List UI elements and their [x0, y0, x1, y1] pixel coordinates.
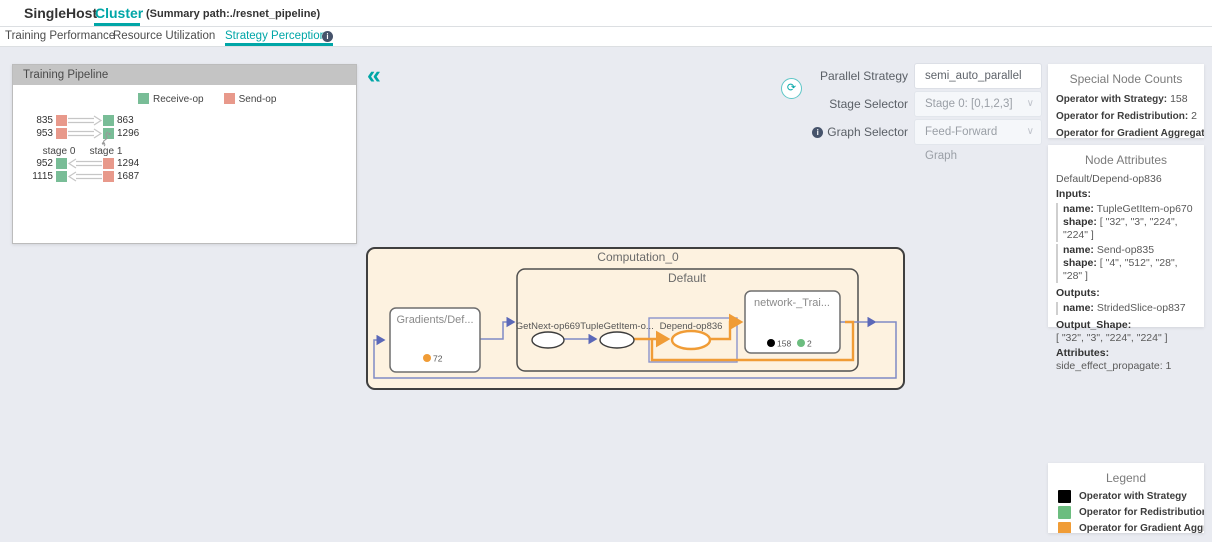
summary-path: (Summary path:./resnet_pipeline) — [146, 8, 320, 20]
receive-op-square — [56, 158, 67, 169]
receive-op-swatch — [138, 93, 149, 104]
redistribution-swatch — [1058, 506, 1071, 519]
legend-item-strategy: Operator with Strategy — [1048, 487, 1204, 503]
redistribution-badge-icon — [797, 339, 805, 347]
receive-op-id: 952 — [21, 158, 53, 169]
receive-op-id: 1296 — [117, 128, 139, 139]
gradients-node-label: Gradients/Def... — [396, 314, 473, 326]
parallel-strategy-label: Parallel Strategy — [720, 63, 908, 89]
legend-item-redistribution: Operator for Redistribution — [1048, 503, 1204, 519]
send-op-square — [103, 158, 114, 169]
graph-selector-info-icon[interactable]: i — [812, 127, 823, 138]
strategy-swatch — [1058, 490, 1071, 503]
output-shape-value: [ "32", "3", "224", "224" ] — [1056, 332, 1196, 345]
attribute-value: side_effect_propagate: 1 — [1056, 360, 1196, 373]
gradients-node[interactable]: Gradients/Def... 72 — [390, 308, 480, 372]
training-pipeline-title: Training Pipeline — [13, 65, 356, 85]
graph-selector-dropdown[interactable]: Feed-Forward Graph ∨ — [914, 119, 1042, 145]
getnext-op-label: GetNext-op669 — [516, 321, 580, 332]
tab-cluster[interactable]: Cluster — [95, 5, 143, 21]
receive-op-id: 1115 — [21, 171, 53, 182]
arrow-right-icon — [67, 115, 103, 126]
send-op-square — [56, 115, 67, 126]
gradient-aggregation-swatch — [1058, 522, 1071, 533]
legend-send-op: Send-op — [224, 93, 277, 105]
count-operator-for-redistribution: Operator for Redistribution: 2 — [1048, 107, 1204, 124]
network-node[interactable]: network-_Trai... 158 2 — [745, 291, 840, 353]
arrow-left-icon — [67, 158, 103, 169]
send-op-square — [56, 128, 67, 139]
stage-selector-dropdown[interactable]: Stage 0: [0,1,2,3] ∨ — [914, 91, 1042, 117]
receive-op-square — [103, 115, 114, 126]
computation-0-label: Computation_0 — [597, 250, 679, 264]
selected-node-path: Default/Depend-op836 — [1056, 171, 1196, 186]
strategy-perception-page: SingleHost Cluster (Summary path:./resne… — [0, 0, 1212, 542]
input-item: name: Send-op835 shape: [ "4", "512", "2… — [1056, 244, 1196, 283]
chevron-down-icon: ∨ — [1027, 120, 1034, 144]
pipeline-row-backward: 952 1294 — [21, 158, 139, 169]
default-scope-label: Default — [668, 271, 707, 285]
redistribution-badge-count: 2 — [807, 339, 812, 349]
computation-graph: Computation_0 Default Gradients/Def... 7… — [365, 243, 910, 395]
legend-panel: Legend Operator with Strategy Operator f… — [1048, 463, 1204, 533]
legend-title: Legend — [1048, 463, 1204, 487]
send-op-id: 835 — [21, 115, 53, 126]
training-pipeline-panel: Training Pipeline Receive-op Send-op 835… — [12, 64, 357, 244]
pipeline-row-backward: 1115 1687 — [21, 171, 139, 182]
pipeline-row-forward: 835 863 — [21, 115, 134, 126]
output-shape-label: Output_Shape: — [1056, 317, 1196, 332]
send-op-id: 953 — [21, 128, 53, 139]
count-operator-with-strategy: Operator with Strategy: 158 — [1048, 90, 1204, 107]
stage-selector-label: Stage Selector — [720, 91, 908, 117]
special-node-counts-panel: Special Node Counts Operator with Strate… — [1048, 64, 1204, 138]
pipeline-legend: Receive-op Send-op — [138, 93, 276, 105]
stage-selector-value: Stage 0: [0,1,2,3] — [925, 98, 1013, 110]
node-attributes-panel: Node Attributes Default/Depend-op836 Inp… — [1048, 145, 1204, 327]
strategy-badge-icon — [767, 339, 775, 347]
send-op-id: 1687 — [117, 171, 139, 182]
gradient-aggregation-badge-count: 72 — [433, 354, 443, 364]
pipeline-row-forward: 953 1296 — [21, 128, 139, 139]
tab-training-performance[interactable]: Training Performance — [5, 30, 115, 42]
tab-singlehost[interactable]: SingleHost — [24, 5, 97, 21]
tab-strategy-perception[interactable]: Strategy Perception — [225, 30, 326, 42]
gradient-aggregation-badge-icon — [423, 354, 431, 362]
count-operator-for-gradient-aggregation: Operator for Gradient Aggregation: 72 — [1048, 124, 1204, 141]
header-divider — [0, 26, 1212, 27]
stage-link-icon — [99, 131, 113, 147]
inputs-section-label: Inputs: — [1056, 186, 1196, 201]
send-op-id: 1294 — [117, 158, 139, 169]
strategy-badge-count: 158 — [777, 339, 791, 349]
legend-receive-op: Receive-op — [138, 93, 204, 105]
arrow-left-icon — [67, 171, 103, 182]
tab-resource-utilization[interactable]: Resource Utilization — [113, 30, 215, 42]
send-op-square — [103, 171, 114, 182]
network-node-label: network-_Trai... — [754, 297, 830, 309]
send-op-swatch — [224, 93, 235, 104]
tuplegetitem-op-label: TupleGetItem-o... — [580, 321, 654, 332]
strategy-perception-info-icon[interactable]: i — [322, 31, 333, 42]
receive-op-square — [56, 171, 67, 182]
output-item: name: StridedSlice-op837 — [1056, 302, 1196, 315]
input-item: name: TupleGetItem-op670 shape: [ "32", … — [1056, 203, 1196, 242]
node-attributes-title: Node Attributes — [1048, 145, 1204, 167]
stage-1-label: stage 1 — [82, 146, 130, 157]
parallel-strategy-input[interactable] — [914, 63, 1042, 89]
graph-selector-label: iGraph Selector — [720, 119, 908, 145]
attributes-section-label: Attributes: — [1056, 345, 1196, 360]
chevron-down-icon: ∨ — [1027, 92, 1034, 116]
arrow-right-icon — [67, 128, 103, 139]
special-node-counts-title: Special Node Counts — [1048, 64, 1204, 90]
outputs-section-label: Outputs: — [1056, 285, 1196, 300]
collapse-panel-icon[interactable]: « — [367, 62, 381, 88]
receive-op-id: 863 — [117, 115, 134, 126]
stage-0-label: stage 0 — [35, 146, 83, 157]
legend-item-gradient-aggregation: Operator for Gradient Aggregation — [1048, 519, 1204, 533]
